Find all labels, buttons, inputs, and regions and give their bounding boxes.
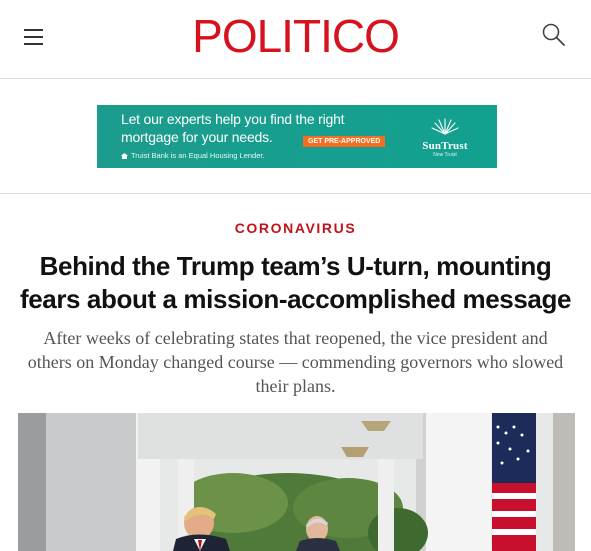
lead-article: CORONAVIRUS Behind the Trump team’s U-tu… [0, 194, 591, 398]
ad-text-line-1: Let our experts help you find the right [121, 111, 345, 127]
suntrust-logo: SunTrust Now Truist [413, 117, 477, 158]
section-kicker[interactable]: CORONAVIRUS [0, 220, 591, 236]
sunburst-icon [431, 118, 459, 135]
ad-legal-label: Truist Bank is an Equal Housing Lender. [131, 151, 265, 160]
mortgage-ad-banner[interactable]: Let our experts help you find the right … [97, 105, 497, 168]
article-headline[interactable]: Behind the Trump team’s U-turn, mounting… [10, 250, 581, 316]
search-button[interactable] [541, 22, 567, 48]
house-icon [121, 153, 128, 159]
politico-logo[interactable]: POLITICO [0, 8, 591, 64]
site-header: POLITICO [0, 0, 591, 79]
ad-brand-name: SunTrust [422, 140, 468, 152]
lead-photo-image [18, 413, 575, 551]
ad-section: Let our experts help you find the right … [0, 79, 591, 194]
article-dek: After weeks of celebrating states that r… [27, 328, 564, 396]
search-icon [542, 23, 565, 46]
ad-brand-sub: Now Truist [433, 152, 457, 158]
ad-text-line-2: mortgage for your needs. [121, 129, 273, 145]
article-lead-photo[interactable] [18, 413, 575, 551]
ad-cta-button[interactable]: GET PRE-APPROVED [303, 136, 386, 147]
ad-legal-text: Truist Bank is an Equal Housing Lender. [121, 151, 265, 160]
